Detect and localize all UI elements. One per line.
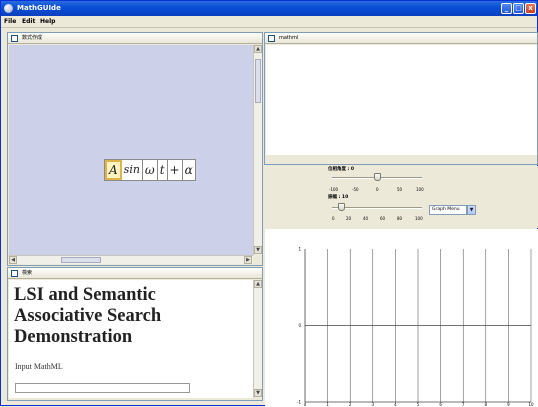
phase-tick: -100 <box>329 187 339 192</box>
phase-tick: 100 <box>416 187 424 192</box>
chevron-down-icon[interactable]: ▼ <box>467 205 476 215</box>
panel-toggle-checkbox[interactable] <box>268 35 275 42</box>
mathml-panel: mathml <box>264 32 538 165</box>
scroll-left-arrow-icon[interactable]: ◀ <box>9 256 17 264</box>
phase-slider-thumb[interactable] <box>374 173 381 181</box>
graph-menu-select[interactable]: Graph Menu <box>429 205 467 215</box>
minimize-button[interactable]: _ <box>501 3 512 14</box>
app-window: MathGUIde _ □ x File Edit Help 数式作成 A si… <box>0 0 538 407</box>
x-tick-label: 10 <box>528 402 534 407</box>
formula-display[interactable]: A sin ω t + α <box>104 159 196 181</box>
formula-part-sin[interactable]: sin <box>122 160 143 180</box>
amplitude-tick: 80 <box>397 216 403 221</box>
scroll-down-arrow-icon[interactable]: ▼ <box>254 246 262 254</box>
scroll-thumb[interactable] <box>255 59 261 103</box>
amplitude-tick: 100 <box>415 216 423 221</box>
phase-slider-label: 位相角度 : 0 <box>328 167 355 172</box>
phase-tick: 50 <box>397 187 403 192</box>
y-tick-label: 0 <box>298 323 301 328</box>
formula-part-amplitude[interactable]: A <box>105 160 122 180</box>
x-tick-label: 3 <box>372 402 375 407</box>
scroll-right-arrow-icon[interactable]: ▶ <box>244 256 252 264</box>
amplitude-tick: 0 <box>332 216 335 221</box>
formula-part-plus[interactable]: + <box>168 160 183 180</box>
formula-part-omega[interactable]: ω <box>143 160 158 180</box>
amplitude-tick: 40 <box>363 216 369 221</box>
scroll-down-arrow-icon[interactable]: ▼ <box>254 389 262 397</box>
x-tick-label: 8 <box>485 402 488 407</box>
formula-part-alpha[interactable]: α <box>183 160 195 180</box>
formula-editor-title: 数式作成 <box>22 35 43 41</box>
formula-editor-panel: 数式作成 A sin ω t + α ▲ ▼ ◀ ▶ <box>7 32 263 266</box>
formula-editor-header: 数式作成 <box>8 33 262 44</box>
amplitude-slider-track[interactable] <box>332 207 422 209</box>
amplitude-slider-thumb[interactable] <box>338 203 345 211</box>
menu-bar: File Edit Help <box>1 16 537 28</box>
app-globe-icon <box>4 4 13 13</box>
input-mathml-label: Input MathML <box>15 362 63 371</box>
mathml-view <box>266 45 537 155</box>
formula-canvas[interactable]: A sin ω t + α <box>9 45 253 255</box>
search-panel: 検索 LSI and Semantic Associative Search D… <box>7 267 263 401</box>
scroll-up-arrow-icon[interactable]: ▲ <box>254 45 262 53</box>
search-panel-title: 検索 <box>22 270 33 276</box>
y-tick-label: -1 <box>297 400 301 405</box>
phase-tick: 0 <box>376 187 379 192</box>
menu-file[interactable]: File <box>4 17 16 27</box>
search-panel-header: 検索 <box>8 268 262 279</box>
close-button[interactable]: x <box>525 3 536 14</box>
formula-vertical-scrollbar[interactable]: ▲ ▼ <box>253 45 262 255</box>
formula-horizontal-scrollbar[interactable]: ◀ ▶ <box>9 255 253 264</box>
title-bar: MathGUIde _ □ x <box>1 1 537 16</box>
panel-toggle-checkbox[interactable] <box>11 270 18 277</box>
amplitude-tick: 60 <box>380 216 386 221</box>
window-title: MathGUIde <box>17 4 61 12</box>
x-tick-label: 2 <box>349 402 352 407</box>
amplitude-slider-label: 振幅 : 10 <box>328 195 349 200</box>
x-tick-label: 6 <box>439 402 442 407</box>
maximize-button[interactable]: □ <box>513 3 524 14</box>
phase-tick: -50 <box>352 187 359 192</box>
graph-plot-area: 0 1 2 3 4 5 6 7 8 9 10 1 0 -1 <box>265 229 538 407</box>
document-vertical-scrollbar[interactable]: ▲ ▼ <box>253 280 262 398</box>
formula-part-t[interactable]: t <box>158 160 168 180</box>
x-tick-label: 4 <box>394 402 397 407</box>
x-tick-label: 9 <box>507 402 510 407</box>
document-heading: LSI and Semantic Associative Search Demo… <box>14 285 162 347</box>
scroll-up-arrow-icon[interactable]: ▲ <box>254 280 262 288</box>
graph-grid: 0 1 2 3 4 5 6 7 8 9 1010-1 <box>297 247 534 407</box>
y-tick-label: 1 <box>298 247 301 252</box>
mathml-panel-header: mathml <box>265 33 537 44</box>
scroll-thumb-horizontal[interactable] <box>61 257 101 263</box>
document-view: LSI and Semantic Associative Search Demo… <box>9 280 253 398</box>
menu-help[interactable]: Help <box>40 17 55 27</box>
amplitude-tick: 20 <box>346 216 352 221</box>
x-tick-label: 5 <box>417 402 420 407</box>
panel-toggle-checkbox[interactable] <box>11 35 18 42</box>
mathml-panel-title: mathml <box>279 35 299 41</box>
x-tick-label: 7 <box>462 402 465 407</box>
x-tick-label: 0 <box>304 402 307 407</box>
menu-edit[interactable]: Edit <box>22 17 35 27</box>
x-tick-label: 1 <box>326 402 329 407</box>
mathml-input-field[interactable] <box>15 383 190 393</box>
